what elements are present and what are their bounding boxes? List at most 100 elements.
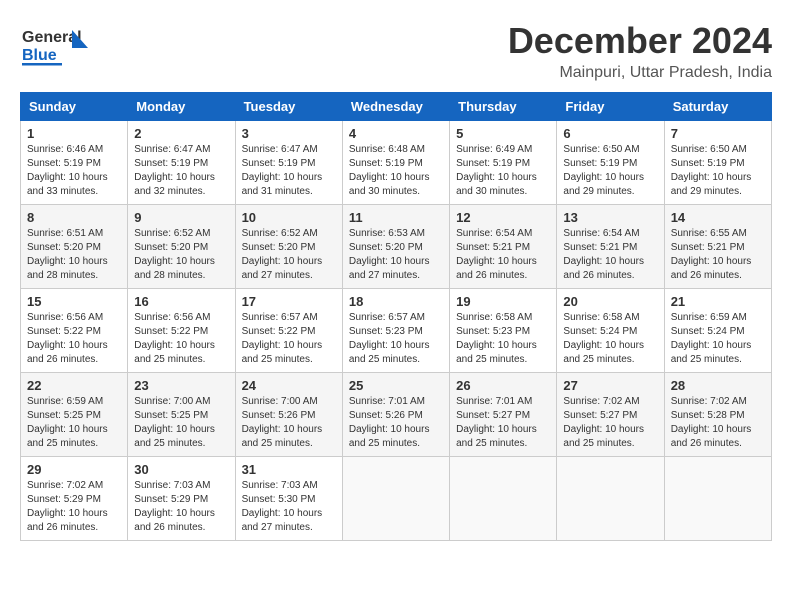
day-info: Sunrise: 6:46 AM Sunset: 5:19 PM Dayligh… — [27, 143, 121, 199]
day-number: 8 — [27, 210, 121, 225]
day-number: 27 — [563, 378, 657, 393]
calendar-cell: 13 Sunrise: 6:54 AM Sunset: 5:21 PM Dayli… — [557, 205, 664, 289]
day-number: 10 — [242, 210, 336, 225]
day-info: Sunrise: 6:56 AM Sunset: 5:22 PM Dayligh… — [134, 311, 228, 367]
calendar-week-2: 8Sunrise: 6:51 AM Sunset: 5:20 PM Daylig… — [21, 205, 772, 289]
day-info: Sunrise: 7:02 AM Sunset: 5:29 PM Dayligh… — [27, 479, 121, 535]
calendar-cell: 20 Sunrise: 6:58 AM Sunset: 5:24 PM Dayli… — [557, 289, 664, 373]
day-info: Sunrise: 7:02 AM Sunset: 5:27 PM Dayligh… — [563, 395, 657, 451]
day-info: Sunrise: 6:48 AM Sunset: 5:19 PM Dayligh… — [349, 143, 443, 199]
day-number: 15 — [27, 294, 121, 309]
calendar-cell: 8Sunrise: 6:51 AM Sunset: 5:20 PM Daylig… — [21, 205, 128, 289]
day-info: Sunrise: 6:52 AM Sunset: 5:20 PM Dayligh… — [134, 227, 228, 283]
calendar-cell: 11 Sunrise: 6:53 AM Sunset: 5:20 PM Dayli… — [342, 205, 449, 289]
day-number: 13 — [563, 210, 657, 225]
day-info: Sunrise: 6:54 AM Sunset: 5:21 PM Dayligh… — [456, 227, 550, 283]
day-header-saturday: Saturday — [664, 93, 771, 121]
calendar-cell: 14Sunrise: 6:55 AM Sunset: 5:21 PM Dayli… — [664, 205, 771, 289]
calendar-cell — [342, 457, 449, 541]
day-number: 2 — [134, 126, 228, 141]
day-number: 6 — [563, 126, 657, 141]
calendar-week-1: 1 Sunrise: 6:46 AM Sunset: 5:19 PM Daylig… — [21, 121, 772, 205]
day-info: Sunrise: 6:49 AM Sunset: 5:19 PM Dayligh… — [456, 143, 550, 199]
calendar-cell: 2 Sunrise: 6:47 AM Sunset: 5:19 PM Daylig… — [128, 121, 235, 205]
day-info: Sunrise: 6:59 AM Sunset: 5:24 PM Dayligh… — [671, 311, 765, 367]
day-info: Sunrise: 6:52 AM Sunset: 5:20 PM Dayligh… — [242, 227, 336, 283]
day-number: 30 — [134, 462, 228, 477]
calendar-cell: 15 Sunrise: 6:56 AM Sunset: 5:22 PM Dayli… — [21, 289, 128, 373]
logo: General Blue — [20, 20, 90, 75]
day-number: 4 — [349, 126, 443, 141]
day-number: 28 — [671, 378, 765, 393]
day-number: 1 — [27, 126, 121, 141]
day-number: 31 — [242, 462, 336, 477]
day-info: Sunrise: 6:50 AM Sunset: 5:19 PM Dayligh… — [563, 143, 657, 199]
calendar-cell: 21 Sunrise: 6:59 AM Sunset: 5:24 PM Dayli… — [664, 289, 771, 373]
day-info: Sunrise: 6:58 AM Sunset: 5:24 PM Dayligh… — [563, 311, 657, 367]
day-number: 26 — [456, 378, 550, 393]
day-info: Sunrise: 6:57 AM Sunset: 5:22 PM Dayligh… — [242, 311, 336, 367]
day-info: Sunrise: 6:58 AM Sunset: 5:23 PM Dayligh… — [456, 311, 550, 367]
header: General Blue December 2024 Mainpuri, Utt… — [20, 20, 772, 82]
day-info: Sunrise: 7:01 AM Sunset: 5:26 PM Dayligh… — [349, 395, 443, 451]
day-number: 17 — [242, 294, 336, 309]
day-number: 16 — [134, 294, 228, 309]
day-number: 18 — [349, 294, 443, 309]
day-number: 19 — [456, 294, 550, 309]
calendar-cell: 27 Sunrise: 7:02 AM Sunset: 5:27 PM Dayli… — [557, 373, 664, 457]
calendar-cell: 25 Sunrise: 7:01 AM Sunset: 5:26 PM Dayli… — [342, 373, 449, 457]
calendar-cell: 6 Sunrise: 6:50 AM Sunset: 5:19 PM Daylig… — [557, 121, 664, 205]
day-info: Sunrise: 6:53 AM Sunset: 5:20 PM Dayligh… — [349, 227, 443, 283]
calendar-cell: 12 Sunrise: 6:54 AM Sunset: 5:21 PM Dayli… — [450, 205, 557, 289]
calendar-cell: 5Sunrise: 6:49 AM Sunset: 5:19 PM Daylig… — [450, 121, 557, 205]
calendar-cell: 29Sunrise: 7:02 AM Sunset: 5:29 PM Dayli… — [21, 457, 128, 541]
calendar-week-5: 29Sunrise: 7:02 AM Sunset: 5:29 PM Dayli… — [21, 457, 772, 541]
day-header-friday: Friday — [557, 93, 664, 121]
day-number: 21 — [671, 294, 765, 309]
calendar-week-4: 22Sunrise: 6:59 AM Sunset: 5:25 PM Dayli… — [21, 373, 772, 457]
calendar-cell: 18Sunrise: 6:57 AM Sunset: 5:23 PM Dayli… — [342, 289, 449, 373]
calendar-header-row: SundayMondayTuesdayWednesdayThursdayFrid… — [21, 93, 772, 121]
day-number: 24 — [242, 378, 336, 393]
day-info: Sunrise: 6:47 AM Sunset: 5:19 PM Dayligh… — [242, 143, 336, 199]
calendar-cell: 3Sunrise: 6:47 AM Sunset: 5:19 PM Daylig… — [235, 121, 342, 205]
day-info: Sunrise: 7:00 AM Sunset: 5:25 PM Dayligh… — [134, 395, 228, 451]
title-area: December 2024 Mainpuri, Uttar Pradesh, I… — [508, 20, 772, 82]
calendar-cell: 28Sunrise: 7:02 AM Sunset: 5:28 PM Dayli… — [664, 373, 771, 457]
day-info: Sunrise: 7:03 AM Sunset: 5:30 PM Dayligh… — [242, 479, 336, 535]
calendar-cell: 10 Sunrise: 6:52 AM Sunset: 5:20 PM Dayli… — [235, 205, 342, 289]
day-info: Sunrise: 6:54 AM Sunset: 5:21 PM Dayligh… — [563, 227, 657, 283]
day-info: Sunrise: 7:00 AM Sunset: 5:26 PM Dayligh… — [242, 395, 336, 451]
day-number: 7 — [671, 126, 765, 141]
calendar-cell: 16 Sunrise: 6:56 AM Sunset: 5:22 PM Dayli… — [128, 289, 235, 373]
calendar-week-3: 15 Sunrise: 6:56 AM Sunset: 5:22 PM Dayli… — [21, 289, 772, 373]
calendar-cell — [557, 457, 664, 541]
day-header-monday: Monday — [128, 93, 235, 121]
calendar-cell: 19 Sunrise: 6:58 AM Sunset: 5:23 PM Dayli… — [450, 289, 557, 373]
day-number: 12 — [456, 210, 550, 225]
day-info: Sunrise: 6:56 AM Sunset: 5:22 PM Dayligh… — [27, 311, 121, 367]
calendar-cell: 31 Sunrise: 7:03 AM Sunset: 5:30 PM Dayli… — [235, 457, 342, 541]
day-number: 9 — [134, 210, 228, 225]
calendar-cell: 24 Sunrise: 7:00 AM Sunset: 5:26 PM Dayli… — [235, 373, 342, 457]
calendar-cell: 17 Sunrise: 6:57 AM Sunset: 5:22 PM Dayli… — [235, 289, 342, 373]
logo-icon: General Blue — [20, 20, 90, 75]
day-number: 20 — [563, 294, 657, 309]
calendar-cell: 26Sunrise: 7:01 AM Sunset: 5:27 PM Dayli… — [450, 373, 557, 457]
day-info: Sunrise: 6:47 AM Sunset: 5:19 PM Dayligh… — [134, 143, 228, 199]
day-number: 23 — [134, 378, 228, 393]
day-info: Sunrise: 6:50 AM Sunset: 5:19 PM Dayligh… — [671, 143, 765, 199]
calendar-cell: 1 Sunrise: 6:46 AM Sunset: 5:19 PM Daylig… — [21, 121, 128, 205]
day-number: 11 — [349, 210, 443, 225]
day-header-tuesday: Tuesday — [235, 93, 342, 121]
day-header-wednesday: Wednesday — [342, 93, 449, 121]
day-number: 25 — [349, 378, 443, 393]
day-info: Sunrise: 6:55 AM Sunset: 5:21 PM Dayligh… — [671, 227, 765, 283]
calendar-cell — [664, 457, 771, 541]
svg-text:Blue: Blue — [22, 47, 57, 64]
calendar-cell: 7 Sunrise: 6:50 AM Sunset: 5:19 PM Daylig… — [664, 121, 771, 205]
calendar-cell: 9 Sunrise: 6:52 AM Sunset: 5:20 PM Daylig… — [128, 205, 235, 289]
day-info: Sunrise: 6:59 AM Sunset: 5:25 PM Dayligh… — [27, 395, 121, 451]
subtitle: Mainpuri, Uttar Pradesh, India — [508, 64, 772, 82]
day-header-thursday: Thursday — [450, 93, 557, 121]
